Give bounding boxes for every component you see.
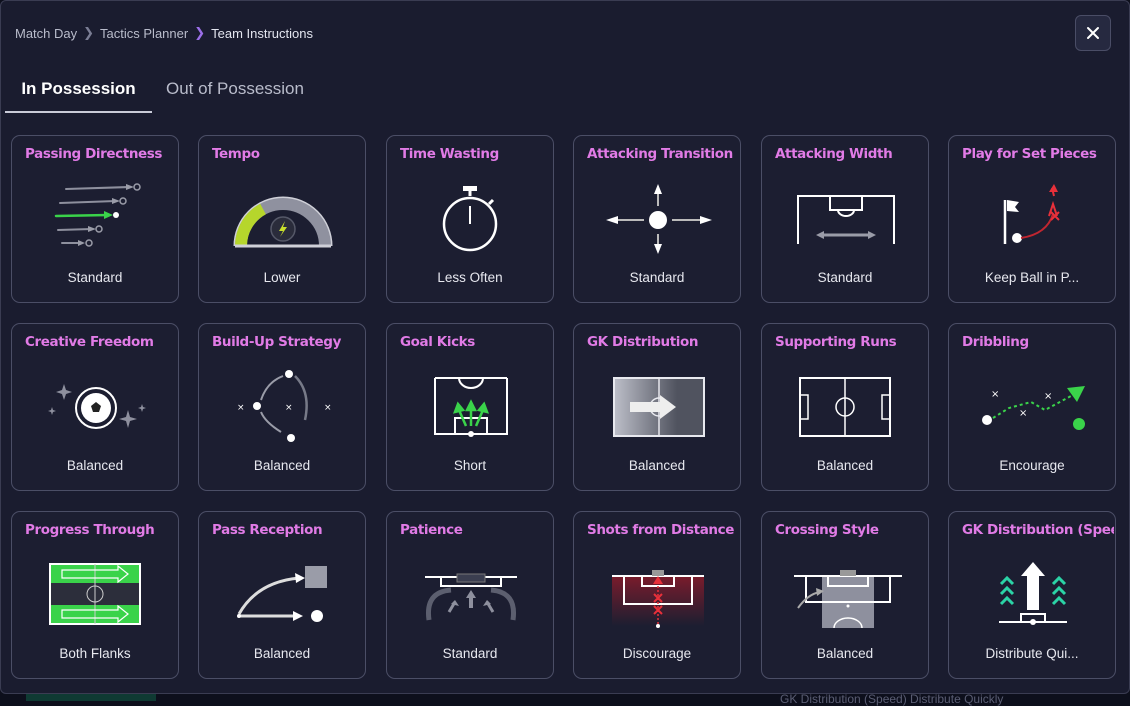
tempo-gauge-icon [233, 196, 333, 248]
patience-icon [425, 573, 517, 621]
card-title: Passing Directness [25, 146, 163, 162]
gk-distribution-icon [613, 377, 705, 437]
card-title: Shots from Distance [587, 522, 734, 538]
card-attacking-width[interactable]: Attacking Width Standard [761, 135, 929, 303]
card-attacking-transition[interactable]: Attacking Transition Standard [573, 135, 741, 303]
card-value: Balanced [816, 458, 874, 473]
card-time-wasting[interactable]: Time Wasting Less Often [386, 135, 554, 303]
tab-out-of-possession[interactable]: Out of Possession [166, 71, 316, 111]
goal-kick-icon [434, 377, 508, 437]
team-instructions-modal: Match Day ❯ Tactics Planner ❯ Team Instr… [0, 0, 1130, 694]
card-title: Play for Set Pieces [962, 146, 1097, 162]
card-patience[interactable]: Patience Standard [386, 511, 554, 679]
close-button[interactable] [1075, 15, 1111, 51]
card-passing-directness[interactable]: Passing Directness Standard [11, 135, 179, 303]
card-value: Discourage [622, 646, 692, 661]
svg-text:×: × [1044, 391, 1052, 402]
card-shots-from-distance[interactable]: Shots from Distance Discourage [573, 511, 741, 679]
card-gk-distribution[interactable]: GK Distribution Balanced [573, 323, 741, 491]
card-dribbling[interactable]: Dribbling × × × Encourage [948, 323, 1116, 491]
card-play-for-set-pieces[interactable]: Play for Set Pieces Keep Ball in P... [948, 135, 1116, 303]
card-value: Standard [442, 646, 498, 661]
card-value: Balanced [66, 458, 124, 473]
pitch-width-icon [797, 195, 895, 244]
svg-text:×: × [324, 403, 332, 413]
card-value: Standard [629, 270, 685, 285]
card-value: Less Often [437, 270, 503, 285]
corner-flag-icon [1003, 184, 1060, 244]
card-title: GK Distribution (Speed [962, 522, 1114, 538]
svg-text:×: × [285, 403, 293, 413]
card-title: Attacking Width [775, 146, 893, 162]
card-title: Supporting Runs [775, 334, 897, 350]
svg-text:×: × [237, 403, 245, 413]
card-build-up-strategy[interactable]: Build-Up Strategy × × × Balanced [198, 323, 366, 491]
dribbling-icon: × × × [982, 386, 1085, 430]
card-value: Lower [263, 270, 301, 285]
card-title: Patience [400, 522, 463, 538]
card-value: Both Flanks [59, 646, 131, 661]
card-title: Attacking Transition [587, 146, 733, 162]
pass-reception-icon [237, 566, 327, 622]
card-title: Creative Freedom [25, 334, 154, 350]
ball-sparkle-icon [48, 384, 146, 429]
card-value: Keep Ball in P... [984, 270, 1080, 285]
card-title: Crossing Style [775, 522, 879, 538]
chevron-right-icon: ❯ [194, 25, 206, 40]
breadcrumb-item-team-instructions: Team Instructions [211, 25, 313, 41]
flanks-pitch-icon [49, 563, 141, 625]
card-title: Pass Reception [212, 522, 323, 538]
card-value: Short [453, 458, 487, 473]
pitch-icon [799, 377, 891, 437]
card-value: Balanced [253, 458, 311, 473]
card-title: Progress Through [25, 522, 155, 538]
transition-arrows-icon [606, 184, 712, 254]
card-value: Balanced [816, 646, 874, 661]
crossing-icon [794, 570, 902, 629]
card-title: Tempo [212, 146, 260, 162]
card-value: Balanced [253, 646, 311, 661]
card-crossing-style[interactable]: Crossing Style Balanced [761, 511, 929, 679]
breadcrumb-item-match-day[interactable]: Match Day [15, 26, 77, 41]
shots-distance-icon [612, 570, 704, 628]
card-pass-reception[interactable]: Pass Reception Balanced [198, 511, 366, 679]
card-title: Dribbling [962, 334, 1029, 350]
svg-text:×: × [991, 389, 999, 400]
svg-text:×: × [1019, 408, 1027, 419]
card-creative-freedom[interactable]: Creative Freedom Balanced [11, 323, 179, 491]
card-title: Goal Kicks [400, 334, 475, 350]
card-value: Encourage [999, 458, 1065, 473]
card-supporting-runs[interactable]: Supporting Runs Balanced [761, 323, 929, 491]
card-value: Distribute Qui... [985, 646, 1079, 661]
tab-in-possession[interactable]: In Possession [5, 71, 152, 113]
card-value: Standard [67, 270, 123, 285]
card-progress-through[interactable]: Progress Through Both Flanks [11, 511, 179, 679]
card-title: Build-Up Strategy [212, 334, 341, 350]
stopwatch-icon [442, 186, 498, 252]
chevron-right-icon: ❯ [83, 25, 95, 40]
build-up-icon: × × × [237, 370, 332, 442]
card-title: GK Distribution [587, 334, 699, 350]
speed-arrows-icon [999, 562, 1067, 625]
breadcrumb-item-tactics-planner[interactable]: Tactics Planner [100, 26, 188, 41]
background-text: GK Distribution (Speed) Distribute Quick… [780, 692, 1004, 706]
card-gk-distribution-speed[interactable]: GK Distribution (Speed Distribute Qui... [948, 511, 1116, 679]
close-icon [1087, 27, 1099, 39]
breadcrumb: Match Day ❯ Tactics Planner ❯ Team Instr… [15, 25, 313, 41]
card-value: Balanced [628, 458, 686, 473]
card-tempo[interactable]: Tempo Lower [198, 135, 366, 303]
card-title: Time Wasting [400, 146, 499, 162]
card-value: Standard [817, 270, 873, 285]
passing-directness-icon [54, 183, 141, 247]
card-goal-kicks[interactable]: Goal Kicks Short [386, 323, 554, 491]
